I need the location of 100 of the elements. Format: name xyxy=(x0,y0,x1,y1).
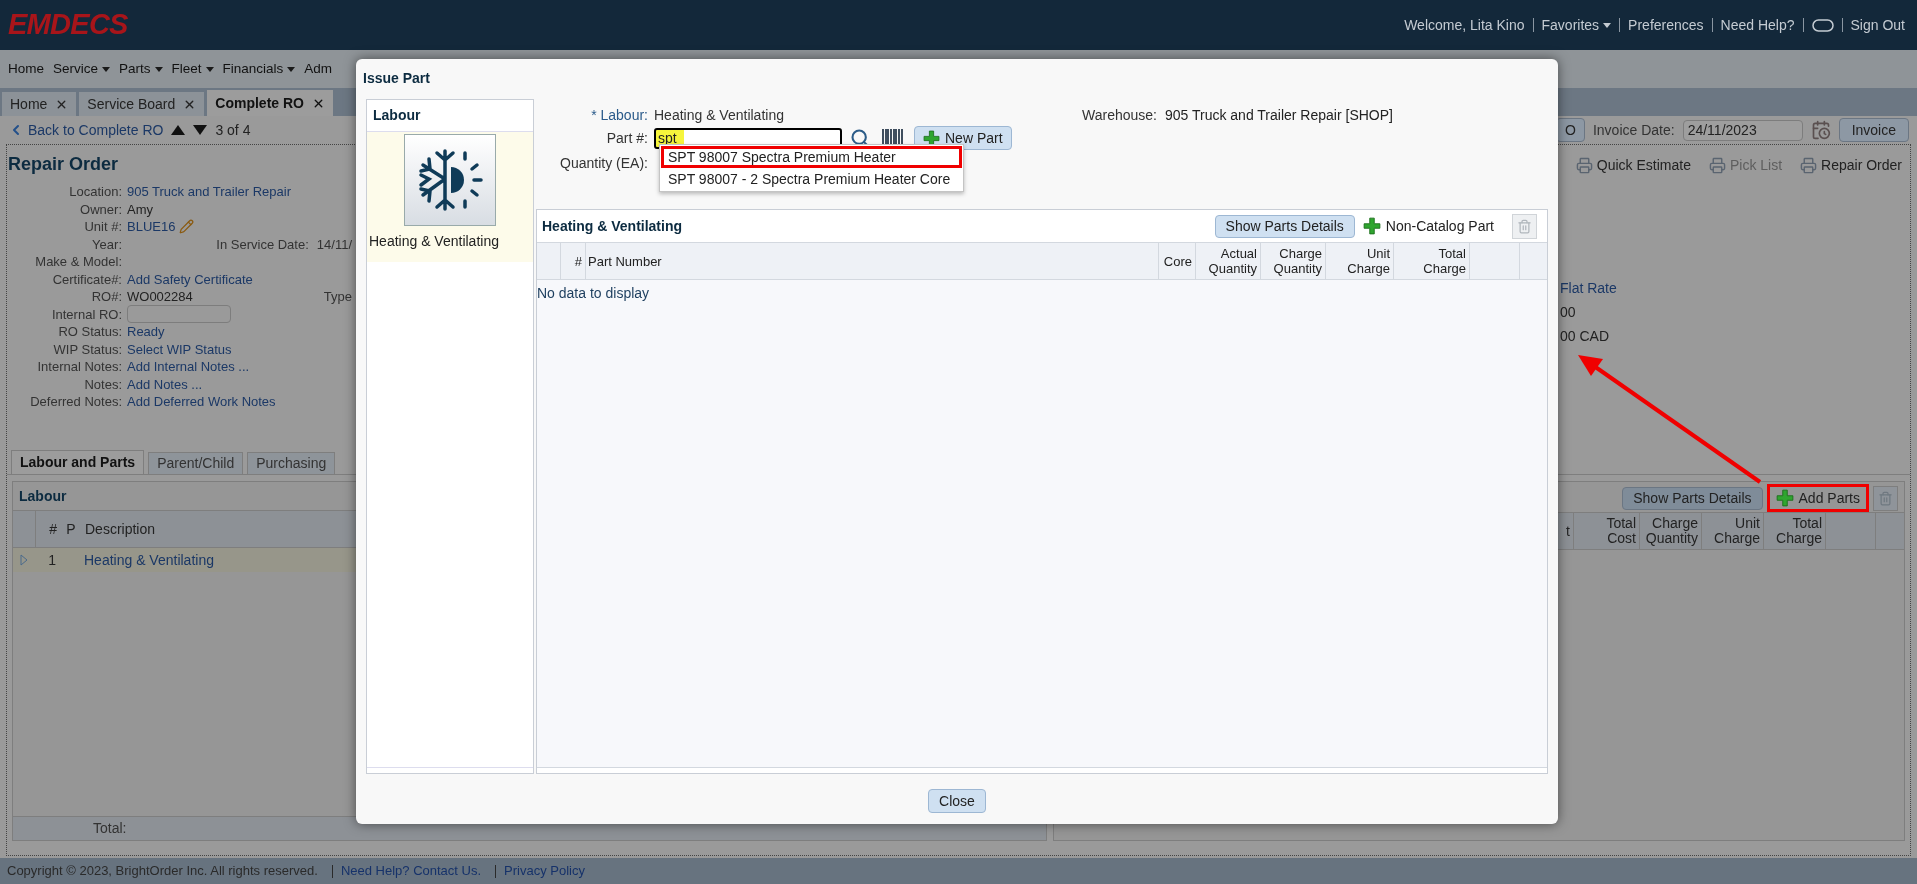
column-header: Unit Charge xyxy=(1713,516,1760,546)
column-header: Charge Quantity xyxy=(1644,516,1698,546)
menu-item[interactable]: Home xyxy=(8,58,44,80)
non-catalog-part-button[interactable]: Non-Catalog Part xyxy=(1362,215,1504,237)
field-value: WO002284 xyxy=(127,290,193,304)
caret-icon xyxy=(205,66,214,72)
field-label: Quantity (EA): xyxy=(559,153,649,173)
field-label: Internal RO: xyxy=(50,307,123,321)
back-link[interactable]: Back to Complete RO xyxy=(8,119,164,141)
column-header: Actual Quantity xyxy=(1207,246,1257,276)
record-position: 3 of 4 xyxy=(215,120,251,140)
welcome-text: Welcome, Lita Kino xyxy=(1404,15,1525,35)
field-label: WIP Status: xyxy=(52,342,123,356)
printer-icon xyxy=(1708,157,1726,174)
field-label: Internal Notes: xyxy=(36,360,123,374)
field-label: Part #: xyxy=(605,128,649,148)
field-link[interactable]: BLUE16 xyxy=(127,220,176,234)
field-label: Unit #: xyxy=(83,220,123,234)
field-link[interactable]: Add Notes ... xyxy=(127,377,203,391)
page-tab[interactable]: Home xyxy=(2,92,77,116)
section-tab[interactable]: Purchasing xyxy=(247,452,336,474)
page-tab[interactable]: Service Board xyxy=(79,92,205,116)
add-parts-button[interactable]: Add Parts xyxy=(1766,484,1869,512)
menu-item[interactable]: Adm xyxy=(304,58,333,80)
print-link[interactable]: Repair Order xyxy=(1800,155,1902,176)
field-label: Location: xyxy=(68,185,123,199)
field-link[interactable]: Select WIP Status xyxy=(127,342,232,356)
chat-icon[interactable] xyxy=(1811,18,1834,32)
column-header: Unit Charge xyxy=(1346,246,1390,276)
field-link[interactable]: 905 Truck and Trailer Repair xyxy=(127,185,292,199)
column-header: Core xyxy=(1163,253,1192,269)
field-link[interactable]: Add Deferred Work Notes xyxy=(127,395,276,409)
caret-icon xyxy=(154,66,163,72)
field-link[interactable]: Add Internal Notes ... xyxy=(127,360,250,374)
column-header: Charge Quantity xyxy=(1272,246,1322,276)
field-label: Owner: xyxy=(79,202,123,216)
preferences-link[interactable]: Preferences xyxy=(1628,14,1704,36)
rate-value: 00 CAD xyxy=(1560,327,1611,346)
table-cell[interactable]: Heating & Ventilating xyxy=(80,549,214,571)
invoice-button[interactable]: Invoice xyxy=(1838,118,1909,142)
field-label: * Labour: xyxy=(590,105,649,125)
rate-link[interactable]: Flat Rate xyxy=(1560,278,1910,299)
labour-tile[interactable]: Heating & Ventilating xyxy=(367,132,533,262)
table-cell-text: 1 xyxy=(47,550,57,570)
field-value: Amy xyxy=(127,202,153,216)
suggestion-item[interactable]: SPT 98007 - 2 Spectra Premium Heater Core xyxy=(661,168,962,190)
total-label: Total: xyxy=(92,819,127,838)
page-tab[interactable]: Complete RO xyxy=(207,90,333,116)
field-label: Deferred Notes: xyxy=(29,395,123,409)
column-header: Part Number xyxy=(588,253,662,269)
favorites-menu[interactable]: Favorites xyxy=(1541,14,1612,36)
section-tab[interactable]: Labour and Parts xyxy=(11,450,145,474)
field-label: Make & Model: xyxy=(34,255,123,269)
column-header: t xyxy=(1566,523,1570,539)
internal-ro-field[interactable] xyxy=(127,305,231,324)
caret-icon xyxy=(1603,22,1612,28)
printer-icon xyxy=(1575,157,1593,174)
ro-button[interactable]: O xyxy=(1556,118,1585,142)
close-button[interactable]: Close xyxy=(928,789,986,813)
menu-item[interactable]: Fleet xyxy=(171,58,214,80)
column-header: Description xyxy=(84,519,156,539)
help-link[interactable]: Need Help? xyxy=(1720,14,1795,36)
column-header: # xyxy=(574,253,582,269)
field-link[interactable]: Ready xyxy=(127,325,165,339)
field-value: Heating & Ventilating xyxy=(654,105,785,125)
plus-icon xyxy=(1362,217,1381,235)
copyright-text: Copyright © 2023, BrightOrder Inc. All rights reserved. xyxy=(7,862,318,881)
tile-label: Heating & Ventilating xyxy=(368,232,499,251)
sign-out-link[interactable]: Sign Out xyxy=(1850,14,1905,36)
warehouse-link[interactable]: 905 Truck and Trailer Repair [SHOP] xyxy=(1164,104,1393,126)
panel-title: Heating & Ventilating xyxy=(542,216,682,236)
trash-icon xyxy=(1878,490,1893,506)
plus-icon xyxy=(923,129,940,147)
caret-icon xyxy=(102,66,111,72)
show-parts-details-button[interactable]: Show Parts Details xyxy=(1214,214,1355,238)
trash-icon xyxy=(1517,218,1532,234)
panel-title: Labour xyxy=(18,486,68,506)
caret-icon xyxy=(287,66,296,72)
field-label: Notes: xyxy=(83,377,123,391)
rate-value: 00 xyxy=(1560,303,1577,322)
print-link[interactable]: Quick Estimate xyxy=(1575,155,1691,176)
column-header: Total Charge xyxy=(1775,516,1822,546)
invoice-date-field[interactable]: 24/11/2023 xyxy=(1682,119,1803,141)
field-link[interactable]: Add Safety Certificate xyxy=(127,272,253,286)
menu-item[interactable]: Financials xyxy=(222,58,296,80)
plus-icon xyxy=(1775,489,1794,507)
column-header: P xyxy=(65,519,77,539)
up-arrow-icon[interactable] xyxy=(171,125,186,135)
down-arrow-icon[interactable] xyxy=(193,125,208,135)
field-label: RO#: xyxy=(90,290,123,304)
calendar-clock-icon[interactable] xyxy=(1810,120,1831,140)
show-parts-details-button[interactable]: Show Parts Details xyxy=(1622,486,1763,510)
field-label: RO Status: xyxy=(57,325,123,339)
app-logo: EMDECS xyxy=(8,7,128,43)
field-label: In Service Date: xyxy=(216,237,309,251)
menu-item[interactable]: Service xyxy=(53,58,111,80)
field-label: Year: xyxy=(91,237,123,251)
section-tab[interactable]: Parent/Child xyxy=(148,452,244,474)
suggestion-item[interactable]: SPT 98007 Spectra Premium Heater xyxy=(661,146,962,168)
menu-item[interactable]: Parts xyxy=(119,58,163,80)
